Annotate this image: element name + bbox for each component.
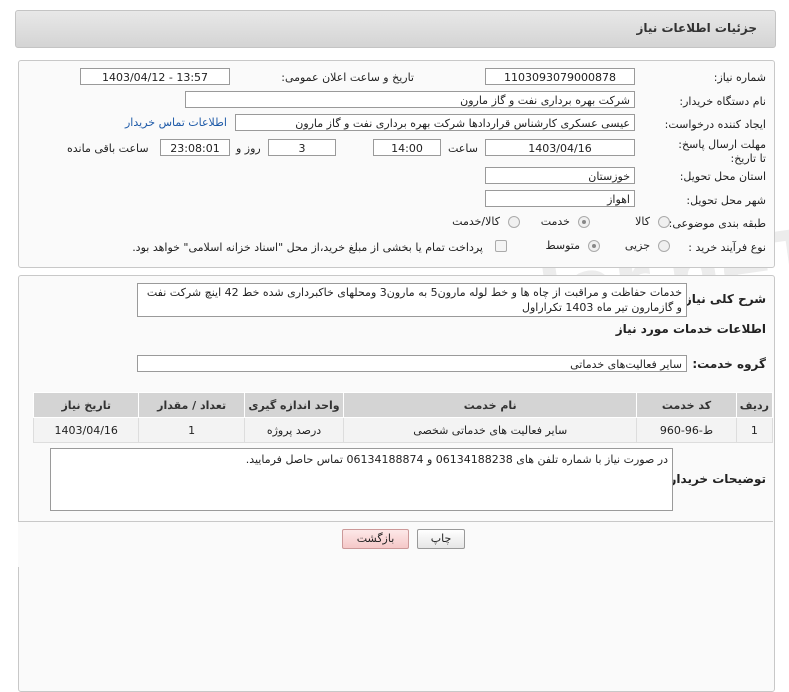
remaining-time-field: 23:08:01 — [160, 139, 230, 156]
process-minor-label: جزیی — [624, 239, 650, 252]
services-table-header: ردیف کد خدمت نام خدمت واحد اندازه گیری ت… — [32, 392, 774, 418]
cell-qty: 1 — [138, 417, 245, 443]
delivery-city-label: شهر محل تحویل: — [686, 194, 766, 207]
process-medium-radio[interactable] — [588, 240, 600, 252]
category-goods-label: کالا — [635, 215, 650, 228]
category-service-label: خدمت — [540, 215, 570, 228]
delivery-province-field: خوزستان — [485, 167, 635, 184]
announce-datetime-field: 1403/04/12 - 13:57 — [80, 68, 230, 85]
table-row: 1 ط-96-960 سایر فعالیت های خدماتی شخصی د… — [32, 417, 774, 443]
page-title: جزئیات اطلاعات نیاز — [636, 21, 757, 35]
category-service-radio[interactable] — [578, 216, 590, 228]
cell-unit: درصد پروژه — [243, 417, 345, 443]
process-option-minor[interactable]: جزیی — [610, 239, 670, 253]
treasury-payment-checkbox[interactable] — [495, 240, 507, 252]
remaining-time-label: ساعت باقی مانده — [67, 142, 149, 155]
service-group-label: گروه خدمت: — [692, 357, 766, 371]
service-group-field: سایر فعالیت‌های خدماتی — [137, 355, 687, 372]
col-qty-header: تعداد / مقدار — [138, 392, 245, 418]
category-option-goods[interactable]: کالا — [610, 215, 670, 229]
buyer-org-label: نام دستگاه خریدار: — [679, 95, 766, 108]
deadline-label: مهلت ارسال پاسخ: تا تاریخ: — [678, 138, 766, 165]
deadline-date-field: 1403/04/16 — [485, 139, 635, 156]
cell-code: ط-96-960 — [636, 417, 737, 443]
buyer-notes-label: توضیحات خریدار: — [664, 472, 766, 486]
description-textarea: خدمات حفاظت و مراقبت از چاه ها و خط لوله… — [137, 283, 687, 317]
col-unit-header: واحد اندازه گیری — [243, 392, 345, 418]
category-both-label: کالا/خدمت — [452, 215, 500, 228]
col-date-header: تاریخ نیاز — [32, 392, 140, 418]
delivery-city-field: اهواز — [485, 190, 635, 207]
days-remaining-field: 3 — [268, 139, 336, 156]
treasury-payment-note: پرداخت تمام یا بخشی از مبلغ خرید،از محل … — [132, 241, 483, 254]
cell-date: 1403/04/16 — [32, 417, 140, 443]
deadline-time-field: 14:00 — [373, 139, 441, 156]
services-table: ردیف کد خدمت نام خدمت واحد اندازه گیری ت… — [32, 392, 774, 443]
services-section-title: اطلاعات خدمات مورد نیاز — [615, 322, 766, 336]
process-medium-label: متوسط — [545, 239, 580, 252]
category-both-radio[interactable] — [508, 216, 520, 228]
cell-name: سایر فعالیت های خدماتی شخصی — [343, 417, 638, 443]
description-label: شرح کلی نیاز: — [680, 292, 766, 306]
need-number-label: شماره نیاز: — [713, 71, 766, 84]
category-option-service[interactable]: خدمت — [520, 215, 590, 229]
process-option-medium[interactable]: متوسط — [520, 239, 600, 253]
col-code-header: کد خدمت — [636, 392, 737, 418]
delivery-province-label: استان محل تحویل: — [679, 170, 766, 183]
request-creator-field: عیسی عسکری کارشناس قراردادها شرکت بهره ب… — [235, 114, 635, 131]
category-goods-radio[interactable] — [658, 216, 670, 228]
col-name-header: نام خدمت — [343, 392, 638, 418]
request-creator-label: ایجاد کننده درخواست: — [664, 118, 766, 131]
page-header: جزئیات اطلاعات نیاز — [15, 10, 776, 48]
buyer-contact-link[interactable]: اطلاعات تماس خریدار — [125, 116, 227, 129]
announce-datetime-label: تاریخ و ساعت اعلان عمومی: — [281, 71, 414, 84]
back-button[interactable]: بازگشت — [342, 529, 409, 549]
cell-row: 1 — [735, 417, 774, 443]
category-label: طبقه بندی موضوعی: — [668, 217, 766, 230]
days-label: روز و — [236, 142, 261, 155]
category-option-both[interactable]: کالا/خدمت — [440, 215, 520, 229]
process-minor-radio[interactable] — [658, 240, 670, 252]
deadline-time-label: ساعت — [448, 142, 478, 155]
need-number-field: 1103093079000878 — [485, 68, 635, 85]
buyer-notes-textarea: در صورت نیاز با شماره تلفن های 061341882… — [50, 448, 673, 511]
print-button[interactable]: چاپ — [417, 529, 465, 549]
purchase-process-label: نوع فرآیند خرید : — [688, 241, 766, 254]
col-row-header: ردیف — [735, 392, 774, 418]
buyer-org-field: شرکت بهره برداری نفت و گاز مارون — [185, 91, 635, 108]
